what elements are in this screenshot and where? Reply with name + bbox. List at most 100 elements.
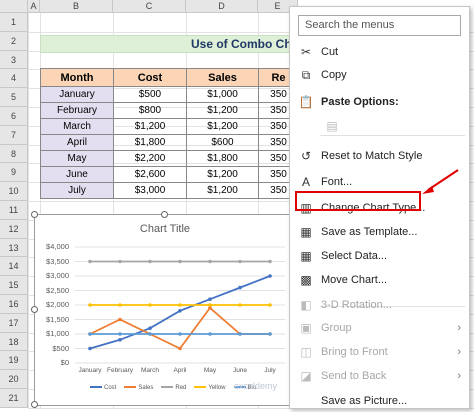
data-point-blu[interactable] <box>238 332 242 336</box>
row-header-5[interactable]: 5 <box>0 88 28 107</box>
data-point-blu[interactable] <box>118 332 122 336</box>
row-header-10[interactable]: 10 <box>0 182 28 201</box>
data-point-red[interactable] <box>148 259 152 264</box>
menu-item-reset-to-match-style[interactable]: ↺ Reset to Match Style <box>290 145 469 167</box>
table-cell[interactable]: $1,200 <box>186 102 259 119</box>
row-header-7[interactable]: 7 <box>0 125 28 145</box>
data-point-red[interactable] <box>238 259 242 264</box>
row-header-6[interactable]: 6 <box>0 107 28 126</box>
data-point-cost[interactable] <box>88 346 92 351</box>
row-header-8[interactable]: 8 <box>0 144 28 164</box>
header-sales[interactable]: Sales <box>186 68 259 87</box>
data-point-cost[interactable] <box>178 309 182 313</box>
column-header-b[interactable]: B <box>40 0 113 13</box>
row-header-9[interactable]: 9 <box>0 163 28 183</box>
data-point-yellow[interactable] <box>238 303 242 307</box>
header-cost[interactable]: Cost <box>113 68 187 87</box>
row-header-12[interactable]: 12 <box>0 219 28 239</box>
data-point-yellow[interactable] <box>118 303 122 307</box>
menu-item-save-as-template[interactable]: ▦ Save as Template... <box>290 221 469 243</box>
chart-resize-handle-tl[interactable] <box>31 211 38 218</box>
table-cell[interactable]: $1,200 <box>113 118 187 135</box>
table-cell[interactable]: $1,000 <box>186 86 259 103</box>
row-header-2[interactable]: 2 <box>0 31 28 51</box>
menu-item-paste-options[interactable]: 📋 Paste Options: <box>290 91 469 113</box>
data-point-cost[interactable] <box>268 274 272 278</box>
data-point-blu[interactable] <box>268 332 272 336</box>
row-header-21[interactable]: 21 <box>0 389 28 408</box>
legend-item-yellow[interactable]: Yellow <box>194 385 226 391</box>
menu-item-group[interactable]: ▣ Group › <box>290 317 469 339</box>
row-header-13[interactable]: 13 <box>0 238 28 258</box>
row-header-3[interactable]: 3 <box>0 50 28 70</box>
row-header-19[interactable]: 19 <box>0 351 28 371</box>
table-cell[interactable]: $1,200 <box>186 166 259 183</box>
menu-search-input[interactable]: Search the menus <box>298 15 461 36</box>
table-cell[interactable]: July <box>40 182 114 199</box>
menu-item-send-to-back[interactable]: ◪ Send to Back › <box>290 365 469 387</box>
data-point-cost[interactable] <box>148 326 152 330</box>
data-point-blu[interactable] <box>178 332 182 336</box>
data-point-sales[interactable] <box>178 346 182 351</box>
data-point-yellow[interactable] <box>268 303 272 307</box>
menu-item-paste-option[interactable]: ▤ <box>290 115 469 137</box>
chart-resize-handle-bl[interactable] <box>31 401 38 408</box>
column-header-a[interactable]: A <box>28 0 40 13</box>
data-point-red[interactable] <box>178 259 182 264</box>
table-cell[interactable]: $1,200 <box>186 118 259 135</box>
menu-item-select-data[interactable]: ▦ Select Data... <box>290 245 469 267</box>
data-point-yellow[interactable] <box>148 303 152 307</box>
table-cell[interactable]: $3,000 <box>113 182 187 199</box>
table-cell[interactable]: $600 <box>186 134 259 151</box>
menu-item-cut[interactable]: ✂ Cut <box>290 41 469 63</box>
row-header-18[interactable]: 18 <box>0 332 28 352</box>
data-point-cost[interactable] <box>238 285 242 290</box>
table-cell[interactable]: May <box>40 150 114 167</box>
data-point-blu[interactable] <box>208 332 212 336</box>
row-header-17[interactable]: 17 <box>0 313 28 333</box>
table-cell[interactable]: $1,200 <box>186 182 259 199</box>
row-header-1[interactable]: 1 <box>0 13 28 32</box>
data-point-cost[interactable] <box>208 297 212 301</box>
data-point-red[interactable] <box>88 259 92 264</box>
chart-resize-handle-ml[interactable] <box>31 306 38 313</box>
menu-item-bring-to-front[interactable]: ◫ Bring to Front › <box>290 341 469 363</box>
row-header-20[interactable]: 20 <box>0 370 28 389</box>
table-cell[interactable]: $800 <box>113 102 187 119</box>
row-header-15[interactable]: 15 <box>0 276 28 295</box>
row-header-14[interactable]: 14 <box>0 257 28 277</box>
table-cell[interactable]: $2,200 <box>113 150 187 167</box>
data-point-blu[interactable] <box>88 332 92 336</box>
legend-item-sales[interactable]: Sales <box>124 385 153 391</box>
column-header-c[interactable]: C <box>113 0 186 13</box>
header-month[interactable]: Month <box>40 68 114 87</box>
table-cell[interactable]: $2,600 <box>113 166 187 183</box>
row-header-11[interactable]: 11 <box>0 201 28 220</box>
menu-item-3-d-rotation[interactable]: ◧ 3-D Rotation... <box>290 294 469 316</box>
table-cell[interactable]: June <box>40 166 114 183</box>
chart-resize-handle-tc[interactable] <box>161 211 168 218</box>
data-point-cost[interactable] <box>118 338 122 342</box>
column-header-d[interactable]: D <box>186 0 258 13</box>
sheet-title-cell[interactable]: Use of Combo Ch <box>40 35 300 53</box>
table-cell[interactable]: March <box>40 118 114 135</box>
row-header-4[interactable]: 4 <box>0 69 28 89</box>
table-cell[interactable]: February <box>40 102 114 119</box>
table-cell[interactable]: January <box>40 86 114 103</box>
menu-item-copy[interactable]: ⧉ Copy <box>290 64 469 86</box>
data-point-red[interactable] <box>208 259 212 264</box>
data-point-yellow[interactable] <box>178 303 182 307</box>
data-point-blu[interactable] <box>148 332 152 336</box>
series-line-sales[interactable] <box>89 306 270 350</box>
data-point-sales[interactable] <box>118 317 122 322</box>
menu-item-move-chart[interactable]: ▩ Move Chart... <box>290 269 469 291</box>
select-all-corner[interactable] <box>0 0 28 13</box>
table-cell[interactable]: $1,800 <box>113 134 187 151</box>
table-cell[interactable]: $1,800 <box>186 150 259 167</box>
row-header-16[interactable]: 16 <box>0 295 28 314</box>
legend-item-red[interactable]: Red <box>161 385 186 391</box>
table-cell[interactable]: April <box>40 134 114 151</box>
table-cell[interactable]: $500 <box>113 86 187 103</box>
combo-chart[interactable]: Chart Title $4,000 $3,500 $3,000 $2,500 $2,0… <box>34 214 296 406</box>
data-point-red[interactable] <box>268 259 272 264</box>
